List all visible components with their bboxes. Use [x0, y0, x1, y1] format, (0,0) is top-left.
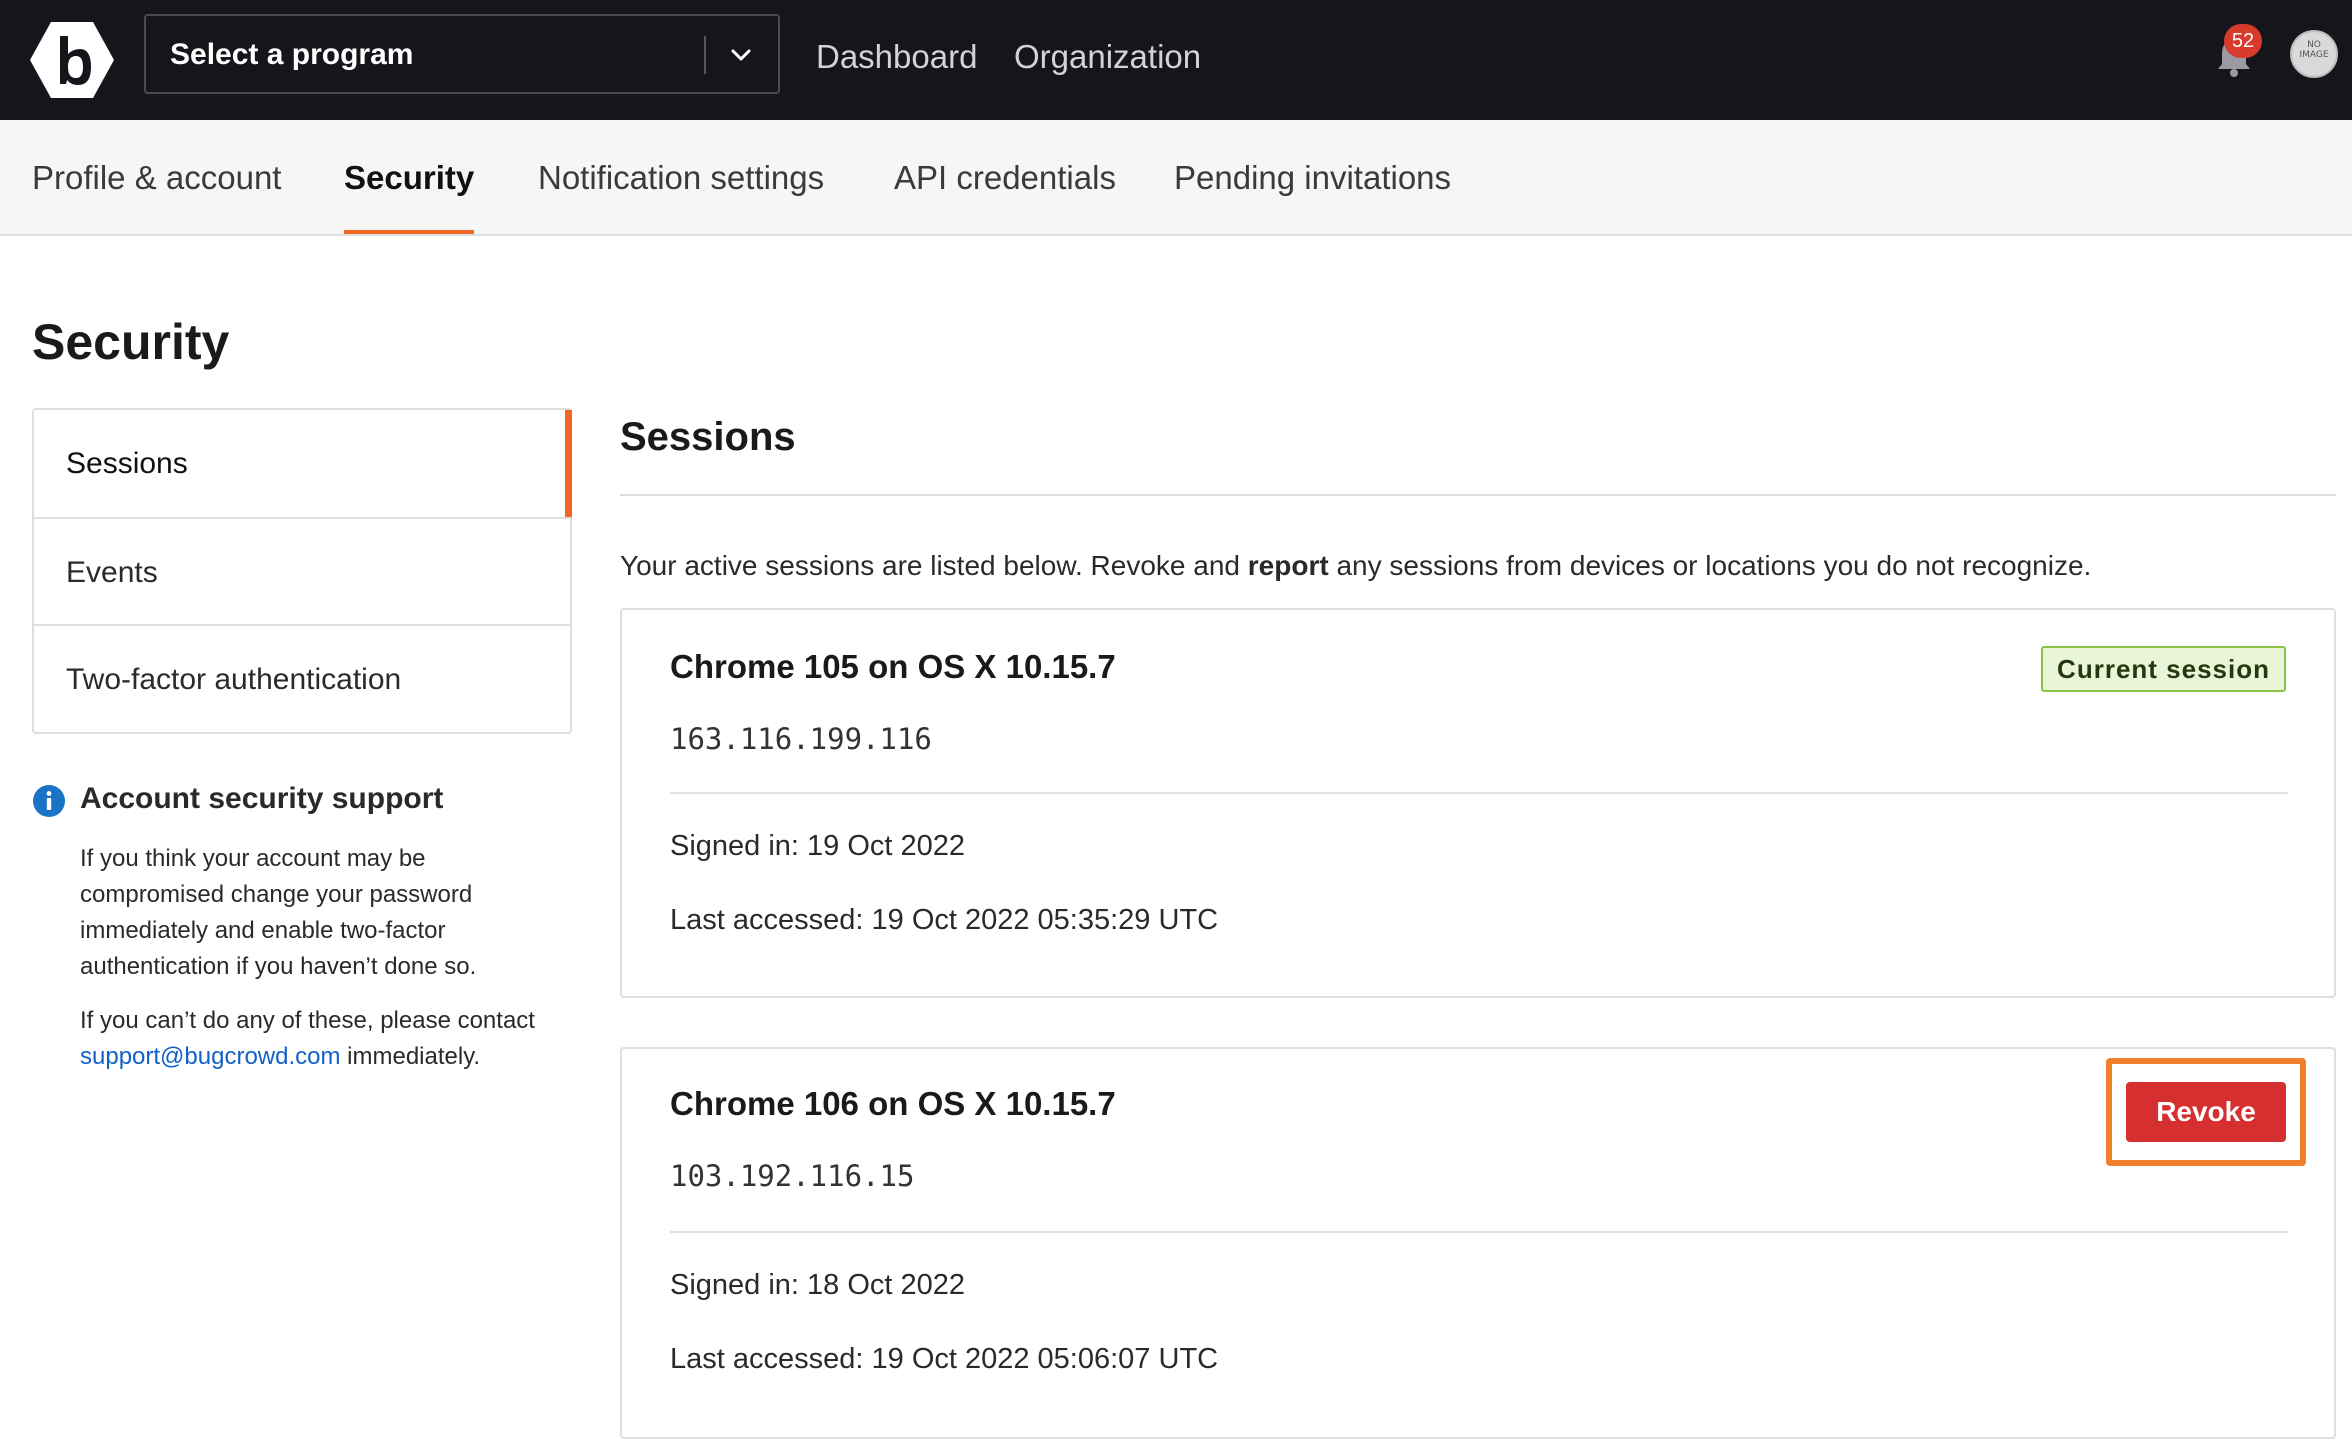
- support-line: authentication if you haven’t done so.: [80, 953, 477, 980]
- chevron-down-icon: [731, 49, 751, 61]
- tab-api-credentials[interactable]: API credentials: [894, 120, 1116, 234]
- tab-pending-invitations[interactable]: Pending invitations: [1174, 120, 1451, 234]
- support-line: If you think your account may be: [80, 845, 426, 872]
- session-ip: 163.116.199.116: [670, 722, 932, 756]
- bugcrowd-logo-icon[interactable]: [30, 22, 114, 98]
- program-select-divider: [704, 36, 706, 74]
- session-divider: [670, 1231, 2288, 1233]
- support-line: immediately and enable two-factor: [80, 917, 446, 944]
- program-select-label: Select a program: [170, 38, 414, 71]
- intro-bold-text: report: [1247, 550, 1329, 581]
- notification-count-badge: 52: [2224, 24, 2262, 58]
- session-browser: Chrome 106 on OS X 10.15.7: [670, 1085, 1116, 1122]
- sessions-divider: [620, 494, 2336, 496]
- support-line: immediately.: [340, 1043, 481, 1070]
- intro-text: any sessions from devices or locations y…: [1328, 550, 2092, 581]
- session-card: Chrome 106 on OS X 10.15.7 103.192.116.1…: [620, 1047, 2336, 1439]
- session-ip: 103.192.116.15: [670, 1159, 915, 1193]
- support-email-link[interactable]: support@bugcrowd.com: [80, 1043, 340, 1070]
- intro-text: Your active sessions are listed below. R…: [620, 550, 1248, 581]
- page-title: Security: [32, 314, 230, 370]
- nav-dashboard[interactable]: Dashboard: [816, 0, 977, 114]
- current-session-badge: Current session: [2041, 646, 2286, 692]
- support-paragraph-2: If you can’t do any of these, please con…: [80, 1003, 600, 1075]
- revoke-button[interactable]: Revoke: [2126, 1082, 2286, 1142]
- side-item-sessions[interactable]: Sessions: [34, 410, 572, 517]
- side-item-two-factor-authentication[interactable]: Two-factor authentication: [34, 624, 570, 731]
- session-card: Chrome 105 on OS X 10.15.7 163.116.199.1…: [620, 608, 2336, 998]
- tab-notification-settings[interactable]: Notification settings: [538, 120, 824, 234]
- top-bar: Select a program Dashboard Organization …: [0, 0, 2352, 120]
- support-line: compromised change your password: [80, 881, 473, 908]
- security-side-menu: Sessions Events Two-factor authenticatio…: [32, 408, 572, 734]
- session-last-accessed: Last accessed: 19 Oct 2022 05:06:07 UTC: [670, 1343, 1219, 1375]
- support-paragraph-1: If you think your account may be comprom…: [80, 841, 600, 985]
- sessions-intro: Your active sessions are listed below. R…: [620, 548, 2340, 584]
- settings-tab-bar: Profile & account Security Notification …: [0, 120, 2352, 236]
- support-title: Account security support: [80, 782, 444, 815]
- session-divider: [670, 792, 2288, 794]
- tab-profile-account[interactable]: Profile & account: [32, 120, 281, 234]
- tab-security[interactable]: Security: [344, 120, 475, 234]
- info-icon: [33, 785, 65, 817]
- side-item-events[interactable]: Events: [34, 517, 570, 624]
- session-signed-in: Signed in: 19 Oct 2022: [670, 830, 966, 862]
- program-select[interactable]: Select a program: [144, 14, 780, 94]
- session-browser: Chrome 105 on OS X 10.15.7: [670, 648, 1116, 685]
- avatar-placeholder-text: NO IMAGE: [2299, 40, 2329, 60]
- session-signed-in: Signed in: 18 Oct 2022: [670, 1269, 966, 1301]
- session-last-accessed: Last accessed: 19 Oct 2022 05:35:29 UTC: [670, 904, 1219, 936]
- sessions-title: Sessions: [620, 415, 796, 459]
- support-line: If you can’t do any of these, please con…: [80, 1007, 535, 1034]
- avatar[interactable]: NO IMAGE: [2290, 30, 2338, 78]
- nav-organization[interactable]: Organization: [1014, 0, 1201, 114]
